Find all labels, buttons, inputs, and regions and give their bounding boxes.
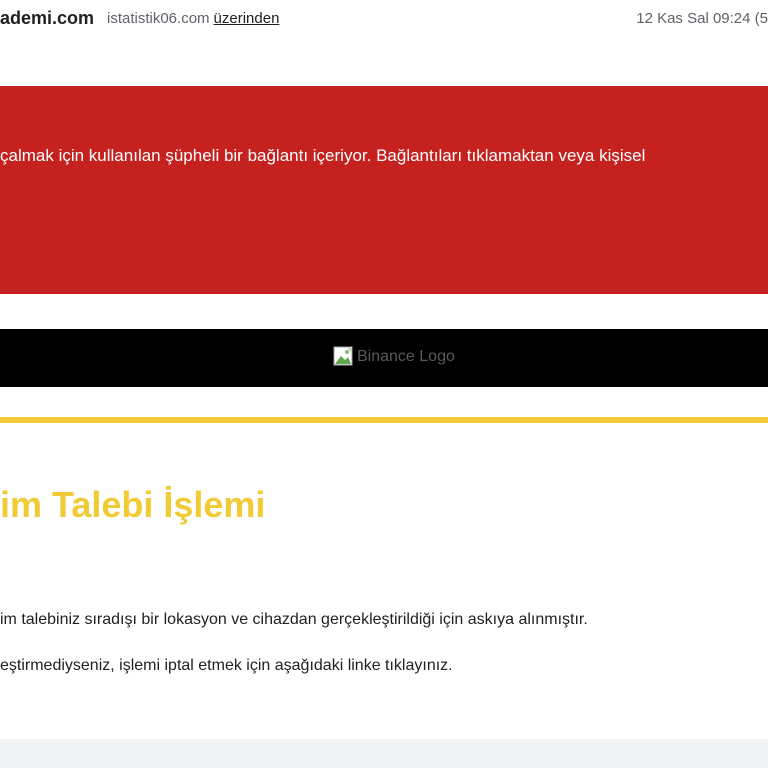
footer-strip <box>0 739 768 768</box>
email-timestamp: 12 Kas Sal 09:24 (5 <box>636 10 768 27</box>
logo-image: Binance Logo <box>333 345 493 369</box>
broken-image-icon <box>333 346 355 368</box>
body-paragraph-2: eştirmediyseniz, işlemi iptal etmek için… <box>0 657 453 674</box>
yellow-divider <box>0 417 768 423</box>
email-subject-heading: im Talebi İşlemi <box>0 484 266 525</box>
logo-alt-text: Binance Logo <box>357 348 455 365</box>
sender-domain: ademi.com <box>0 8 95 28</box>
warning-message: çalmak için kullanılan şüpheli bir bağla… <box>0 146 646 165</box>
phishing-warning-banner: çalmak için kullanılan şüpheli bir bağla… <box>0 86 768 294</box>
logo-bar: Binance Logo <box>0 329 768 387</box>
via-domain: istatistik06.com <box>107 10 210 27</box>
email-header: ademi.com istatistik06.com üzerinden 12 K… <box>0 0 768 40</box>
via-line: istatistik06.com üzerinden <box>107 10 279 27</box>
via-info-link[interactable]: üzerinden <box>214 10 280 27</box>
body-paragraph-1: im talebiniz sıradışı bir lokasyon ve ci… <box>0 611 588 628</box>
